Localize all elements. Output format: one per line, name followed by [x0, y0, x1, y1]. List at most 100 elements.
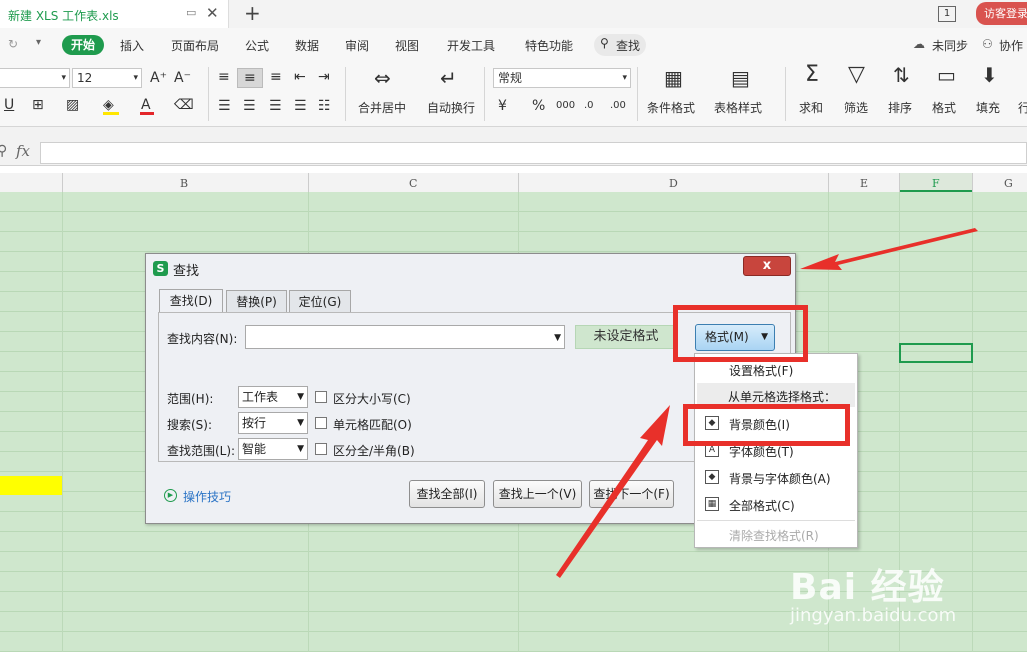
close-icon[interactable]: ✕: [206, 4, 219, 22]
tab-find[interactable]: 查找(D): [159, 289, 223, 314]
decimal-increase-icon[interactable]: .0: [584, 98, 594, 114]
column-header-d[interactable]: D: [669, 177, 678, 190]
menu-item-set-format[interactable]: 设置格式(F): [729, 362, 793, 379]
thousands-icon[interactable]: 000: [556, 98, 575, 114]
cell-match-checkbox[interactable]: [315, 417, 327, 429]
distribute-icon[interactable]: ☷: [318, 98, 331, 114]
fx-label[interactable]: fx: [16, 142, 30, 160]
filter-button[interactable]: 筛选: [844, 99, 868, 116]
pin-window-icon[interactable]: ▭: [186, 6, 196, 19]
column-header-e[interactable]: E: [860, 177, 868, 190]
fill-color-icon[interactable]: ◈: [103, 97, 114, 113]
plus-icon[interactable]: +: [244, 1, 261, 25]
fill-icon[interactable]: ⬇: [981, 65, 998, 85]
look-in-select[interactable]: 智能 ▼: [238, 438, 308, 460]
sync-status[interactable]: 未同步: [932, 37, 968, 54]
tab-goto[interactable]: 定位(G): [289, 290, 351, 314]
tips-link[interactable]: 操作技巧: [183, 488, 231, 505]
format-icon[interactable]: ▭: [937, 65, 956, 85]
table-style-button[interactable]: 表格样式: [714, 99, 762, 116]
column-divider: [828, 173, 829, 192]
underline-icon[interactable]: U: [4, 97, 14, 113]
wrap-text-icon[interactable]: ↵: [440, 68, 457, 88]
login-button[interactable]: 访客登录: [976, 2, 1027, 25]
justify-icon[interactable]: ☰: [294, 98, 307, 114]
align-right-icon[interactable]: ☰: [269, 98, 282, 114]
width-match-label[interactable]: 区分全/半角(B): [333, 442, 415, 459]
column-header-g[interactable]: G: [1004, 177, 1013, 190]
menu-item-developer[interactable]: 开发工具: [447, 37, 495, 54]
merge-center-button[interactable]: 合并居中: [358, 99, 406, 116]
sum-button[interactable]: 求和: [799, 99, 823, 116]
sort-icon[interactable]: ⇅: [893, 65, 910, 85]
sum-icon[interactable]: Σ: [805, 64, 819, 86]
menu-item-background-font-color[interactable]: 背景与字体颜色(A): [729, 470, 831, 487]
clear-icon[interactable]: ⌫: [174, 97, 194, 113]
decimal-decrease-icon[interactable]: .00: [610, 98, 626, 114]
menu-item-all-formats[interactable]: 全部格式(C): [729, 497, 795, 514]
window-count-badge[interactable]: 1: [938, 6, 956, 22]
match-case-checkbox[interactable]: [315, 391, 327, 403]
font-color-icon[interactable]: A: [141, 97, 151, 113]
wrap-text-button[interactable]: 自动换行: [427, 99, 475, 116]
menu-item-review[interactable]: 审阅: [345, 37, 369, 54]
table-style-icon[interactable]: ▤: [731, 68, 750, 88]
font-increase-icon[interactable]: A⁺: [150, 70, 167, 86]
cell-style-icon[interactable]: ▨: [66, 97, 79, 113]
align-top-icon[interactable]: ≡: [218, 69, 230, 85]
zoom-search-icon[interactable]: ⚲: [0, 143, 7, 159]
document-tab[interactable]: 新建 XLS 工作表.xls ▭ ✕: [0, 0, 229, 28]
find-all-button[interactable]: 查找全部(I): [409, 480, 485, 508]
menu-item-special[interactable]: 特色功能: [525, 37, 573, 54]
yellow-cell[interactable]: [0, 476, 62, 495]
dialog-close-button[interactable]: x: [743, 256, 791, 276]
align-center-icon[interactable]: ☰: [243, 98, 256, 114]
menu-item-insert[interactable]: 插入: [120, 37, 144, 54]
font-decrease-icon[interactable]: A⁻: [174, 70, 191, 86]
dialog-title: 查找: [173, 264, 200, 279]
cell-match-label[interactable]: 单元格匹配(O): [333, 416, 412, 433]
find-previous-button[interactable]: 查找上一个(V): [493, 480, 582, 508]
match-case-label[interactable]: 区分大小写(C): [333, 390, 411, 407]
column-header-c[interactable]: C: [409, 177, 417, 190]
selected-cell[interactable]: [899, 343, 973, 363]
redo-icon[interactable]: ↻: [8, 37, 18, 51]
formula-input[interactable]: [40, 142, 1027, 164]
scope-select[interactable]: 工作表 ▼: [238, 386, 308, 408]
sort-button[interactable]: 排序: [888, 99, 912, 116]
column-header-b[interactable]: B: [180, 177, 188, 190]
column-divider: [899, 173, 900, 192]
indent-decrease-icon[interactable]: ⇤: [294, 69, 306, 85]
menu-item-start[interactable]: 开始: [62, 35, 104, 55]
collab-button[interactable]: 协作: [999, 37, 1023, 54]
border-icon[interactable]: ⊞: [32, 97, 44, 113]
tab-replace[interactable]: 替换(P): [226, 290, 287, 314]
currency-icon[interactable]: ¥: [498, 98, 507, 114]
width-match-checkbox[interactable]: [315, 443, 327, 455]
menu-item-formula[interactable]: 公式: [245, 37, 269, 54]
indent-increase-icon[interactable]: ⇥: [318, 69, 330, 85]
number-format-select[interactable]: 常规 ▾: [493, 68, 631, 88]
percent-icon[interactable]: %: [532, 98, 545, 114]
menu-item-page-layout[interactable]: 页面布局: [171, 37, 219, 54]
format-ribbon-button[interactable]: 格式: [932, 99, 956, 116]
conditional-format-icon[interactable]: ▦: [664, 68, 683, 88]
menu-item-view[interactable]: 视图: [395, 37, 419, 54]
quick-access-chevron-icon[interactable]: ▾: [36, 37, 41, 48]
font-size-select[interactable]: 12 ▾: [72, 68, 142, 88]
row-column-button[interactable]: 行: [1018, 99, 1027, 116]
merge-center-icon[interactable]: ⇔: [374, 68, 391, 88]
search-order-select[interactable]: 按行 ▼: [238, 412, 308, 434]
align-middle-button[interactable]: ≡: [237, 68, 263, 88]
font-name-select[interactable]: ▾: [0, 68, 70, 88]
conditional-format-button[interactable]: 条件格式: [647, 99, 695, 116]
column-header-f[interactable]: F: [932, 177, 940, 190]
align-bottom-icon[interactable]: ≡: [270, 69, 282, 85]
align-left-icon[interactable]: ☰: [218, 98, 231, 114]
find-content-input[interactable]: ▼: [245, 325, 565, 349]
search-command[interactable]: ⚲ 查找: [594, 34, 646, 56]
menu-item-data[interactable]: 数据: [295, 37, 319, 54]
find-next-button[interactable]: 查找下一个(F): [589, 480, 674, 508]
fill-button[interactable]: 填充: [976, 99, 1000, 116]
filter-icon[interactable]: ▽: [848, 64, 865, 86]
